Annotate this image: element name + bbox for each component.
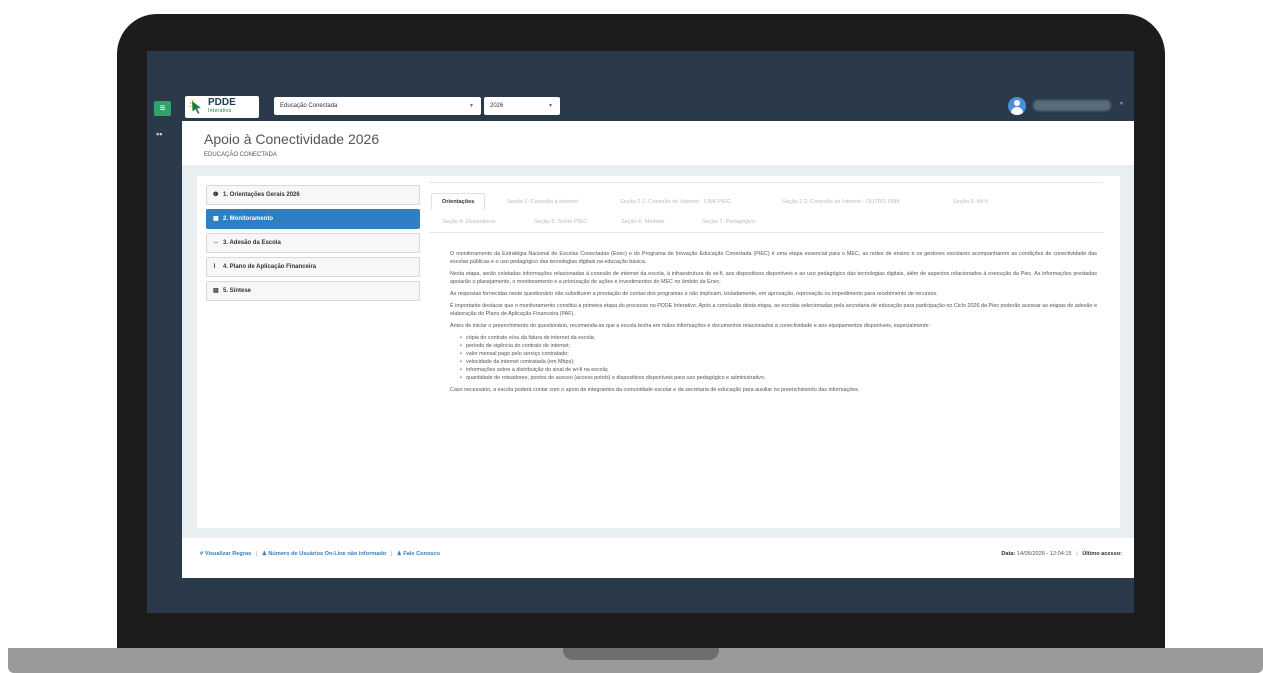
paragraph: É importante destacar que o monitorament… bbox=[450, 303, 1097, 317]
paragraph: As respostas fornecidas neste questionár… bbox=[450, 291, 938, 297]
page-title: Apoio à Conectividade 2026 bbox=[204, 131, 380, 147]
users-icon: ♟ bbox=[261, 551, 267, 557]
tab-secao-2-2[interactable]: Seção 2.2: Conexão de Internet - OUTRO L… bbox=[782, 199, 900, 205]
line-chart-icon: ⌇ bbox=[213, 264, 216, 270]
tab-secao-4[interactable]: Seção 4: Dispositivos bbox=[442, 219, 495, 225]
tab-secao-2-1[interactable]: Seção 2.1: Conexão de Internet - LINK PI… bbox=[620, 199, 731, 205]
date-label: Data: bbox=[1001, 551, 1016, 557]
tab-secao-3[interactable]: Seção 3: Wi-fi bbox=[953, 199, 988, 205]
tab-secao-7[interactable]: Seção 7: Pedagógico bbox=[702, 219, 755, 225]
sidebar-item-label: 3. Adesão da Escola bbox=[223, 240, 281, 246]
view-rules-link[interactable]: Visualizar Regras bbox=[205, 551, 252, 557]
content-area: ❶ 1. Orientações Gerais 2026 ▦ 2. Monitora… bbox=[182, 165, 1134, 538]
pdde-logo[interactable]: PDDE Interativo bbox=[185, 96, 259, 118]
online-users-link[interactable]: Número de Usuários On-Line não informado bbox=[268, 551, 386, 557]
list-item: cópia do contrato e/ou da fatura de inte… bbox=[460, 334, 1097, 342]
sidebar-item-label: 5. Síntese bbox=[223, 288, 252, 294]
sidebar-item-orientacoes[interactable]: ❶ 1. Orientações Gerais 2026 bbox=[206, 185, 420, 205]
rules-icon: # bbox=[200, 551, 204, 557]
year-select[interactable]: 2026 ▼ bbox=[484, 97, 560, 115]
calendar-icon: ▦ bbox=[213, 216, 219, 222]
user-name-redacted[interactable] bbox=[1033, 100, 1111, 111]
contact-link[interactable]: Fale Conosco bbox=[403, 551, 440, 557]
sidebar-item-label: 1. Orientações Gerais 2026 bbox=[223, 192, 300, 198]
tab-orientacoes[interactable]: Orientações bbox=[431, 193, 486, 210]
user-menu-chevron-icon[interactable]: ▼ bbox=[1119, 101, 1124, 107]
date-value: 14/05/2026 - 12:04:15 bbox=[1016, 551, 1072, 557]
sidebar-item-adesao[interactable]: ⇔ 3. Adesão da Escola bbox=[206, 233, 420, 253]
app-screen: ≡ ▪▪ PDDE Interativo Educação Conectada … bbox=[147, 51, 1134, 613]
paragraph: O monitoramento da Estratégia Nacional d… bbox=[450, 251, 1097, 265]
page-footer: # Visualizar Regras | ♟ Número de Usuári… bbox=[182, 538, 1134, 578]
last-access-label: Último acesso: bbox=[1082, 551, 1122, 557]
sidebar-item-label: 2. Monitoramento bbox=[223, 216, 274, 222]
sidebar-item-sintese[interactable]: ▤ 5. Síntese bbox=[206, 281, 420, 301]
tabs-bottom-divider bbox=[429, 232, 1103, 233]
program-select[interactable]: Educação Conectada ▼ bbox=[274, 97, 481, 115]
chevron-down-icon: ▼ bbox=[548, 103, 553, 109]
laptop-notch bbox=[563, 648, 719, 660]
logo-subtitle: Interativo bbox=[208, 108, 232, 114]
list-item: valor mensal pago pelo serviço contratad… bbox=[460, 350, 1097, 358]
list-item: quantidade de roteadores, pontos de aces… bbox=[460, 374, 1097, 382]
contact-icon: ♟ bbox=[396, 551, 402, 557]
info-icon: ❶ bbox=[213, 192, 219, 198]
paragraph: Nesta etapa, serão coletadas informações… bbox=[450, 271, 1097, 285]
page-header: Apoio à Conectividade 2026 EDUCAÇÃO CONE… bbox=[182, 121, 1134, 165]
tab-secao-6[interactable]: Seção 6: Medidor bbox=[621, 219, 665, 225]
year-select-value: 2026 bbox=[490, 103, 504, 109]
bottom-strip bbox=[147, 578, 1134, 613]
paragraph: Antes de iniciar o preenchimento do ques… bbox=[450, 323, 931, 329]
tabs-top-divider bbox=[429, 182, 1103, 183]
user-avatar-icon[interactable] bbox=[1008, 97, 1026, 115]
tab-secao-5[interactable]: Seção 5: Sobre PIEC bbox=[534, 219, 587, 225]
sidebar-item-monitoramento[interactable]: ▦ 2. Monitoramento bbox=[206, 209, 420, 229]
sidebar-item-label: 4. Plano de Aplicação Financeira bbox=[223, 264, 317, 270]
sidebar-item-plano-aplicacao[interactable]: ⌇ 4. Plano de Aplicação Financeira bbox=[206, 257, 420, 277]
tab-secao-1[interactable]: Seção 1: Conexão à internet bbox=[507, 199, 578, 205]
program-select-value: Educação Conectada bbox=[280, 103, 338, 109]
chevron-down-icon: ▼ bbox=[469, 103, 474, 109]
grid-icon[interactable]: ▪▪ bbox=[156, 129, 162, 139]
cursor-logo-icon bbox=[189, 99, 205, 115]
list-item: informações sobre a distribuição do sina… bbox=[460, 366, 1097, 374]
hamburger-menu-icon[interactable]: ≡ bbox=[154, 101, 171, 116]
list-item: velocidade da internet contratada (em Mb… bbox=[460, 358, 1097, 366]
documents-list: cópia do contrato e/ou da fatura de inte… bbox=[460, 334, 1097, 382]
orientacoes-content: O monitoramento da Estratégia Nacional d… bbox=[450, 250, 1097, 398]
handshake-icon: ⇔ bbox=[213, 240, 219, 246]
page-subtitle: EDUCAÇÃO CONECTADA bbox=[204, 152, 277, 158]
logo-title: PDDE bbox=[208, 97, 236, 108]
paragraph: Caso necessário, a escola poderá contar … bbox=[450, 387, 860, 393]
document-icon: ▤ bbox=[213, 288, 219, 294]
list-item: período de vigência do contrato de inter… bbox=[460, 342, 1097, 350]
main-panel: ❶ 1. Orientações Gerais 2026 ▦ 2. Monitora… bbox=[197, 176, 1120, 528]
